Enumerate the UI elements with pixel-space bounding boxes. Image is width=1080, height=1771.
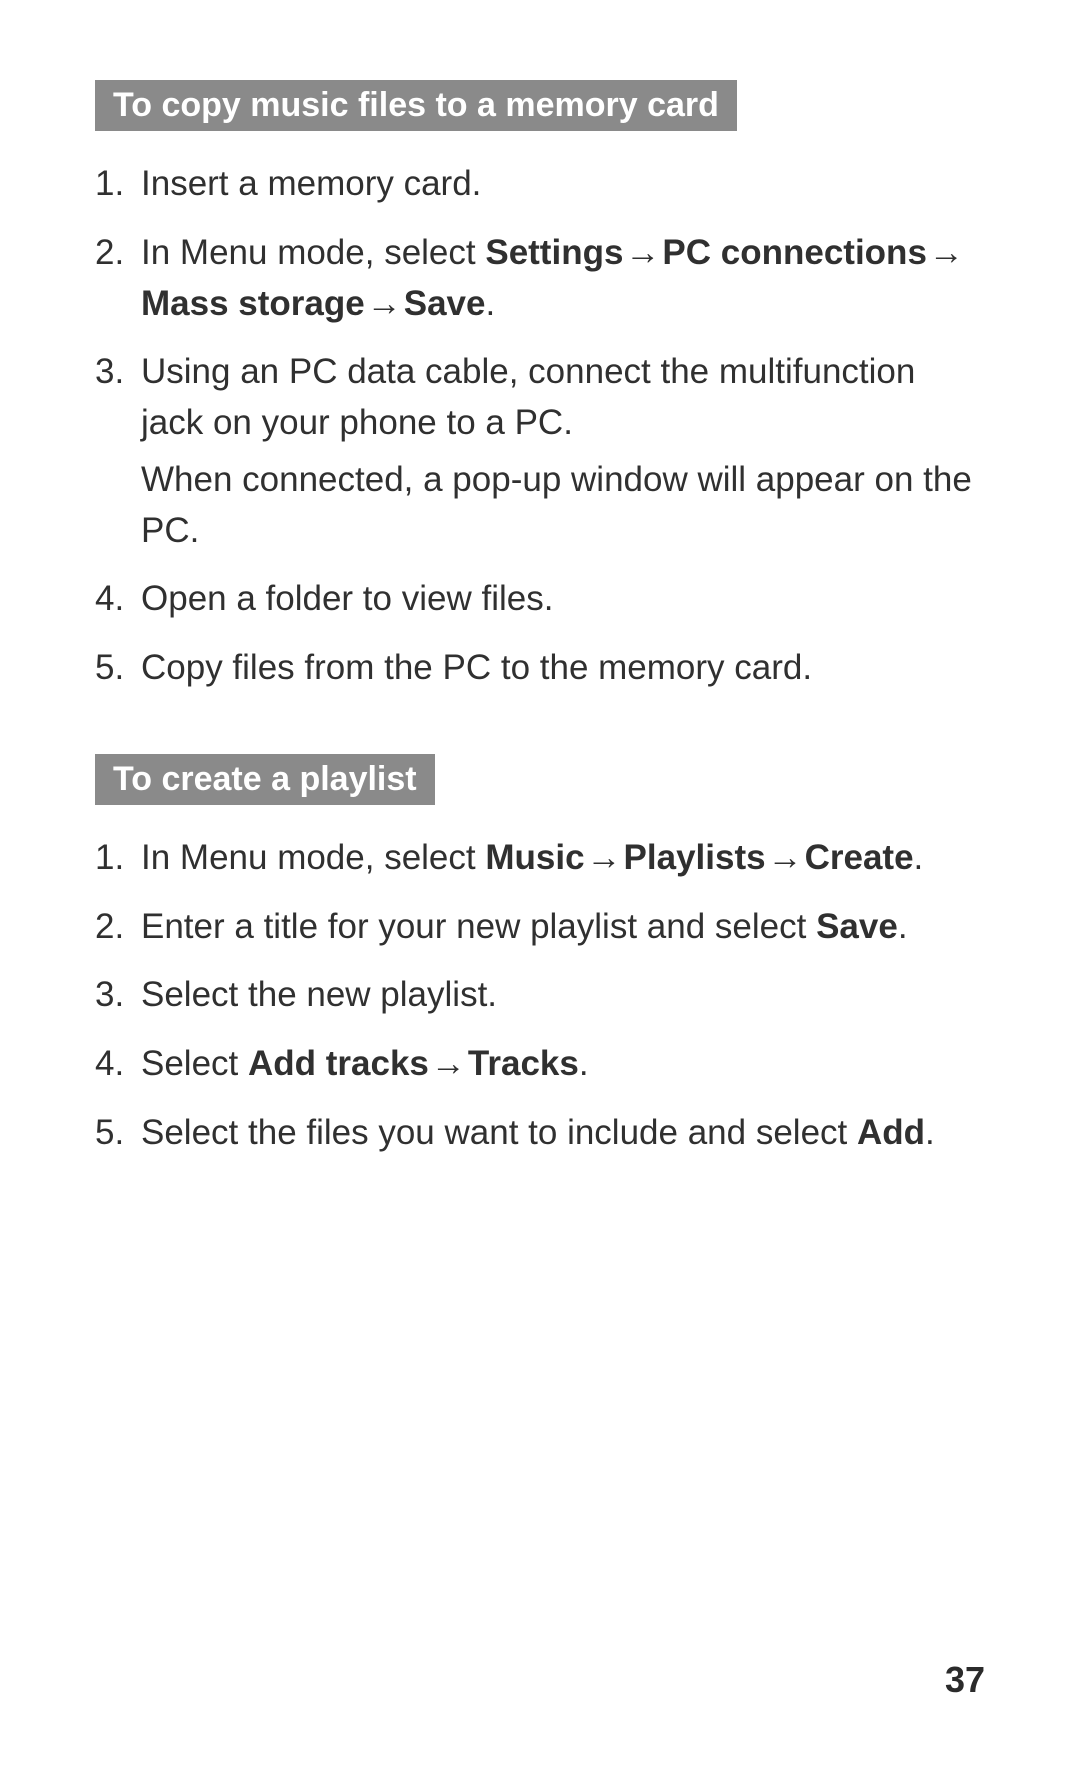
text-run: Using an PC data cable, connect the mult… — [141, 352, 915, 442]
text-run: . — [914, 838, 924, 877]
text-run: Enter a title for your new playlist and … — [141, 907, 816, 946]
bold-text: Add tracks — [248, 1044, 429, 1083]
bold-text: Create — [805, 838, 914, 877]
bold-text: Add — [857, 1113, 925, 1152]
text-run: Insert a memory card. — [141, 164, 481, 203]
steps-list: Insert a memory card. In Menu mode, sele… — [95, 159, 985, 694]
text-run: . — [898, 907, 908, 946]
bold-text: Music — [485, 838, 584, 877]
steps-list: In Menu mode, select Music → Playlists →… — [95, 833, 985, 1159]
step-item: In Menu mode, select Settings → PC conne… — [95, 228, 985, 330]
text-run: When connected, a pop-up window will app… — [141, 460, 972, 550]
step-sub-text: When connected, a pop-up window will app… — [141, 455, 985, 557]
text-run: . — [925, 1113, 935, 1152]
section-heading: To copy music files to a memory card — [95, 80, 737, 131]
text-run: In Menu mode, select — [141, 838, 485, 877]
arrow-icon: → — [766, 833, 805, 884]
step-item: Open a folder to view files. — [95, 574, 985, 625]
arrow-icon: → — [585, 833, 624, 884]
step-item: Using an PC data cable, connect the mult… — [95, 347, 985, 556]
step-item: Select the new playlist. — [95, 970, 985, 1021]
step-item: Enter a title for your new playlist and … — [95, 902, 985, 953]
arrow-icon: → — [623, 228, 662, 279]
bold-text: PC connections — [662, 233, 926, 272]
text-run: . — [485, 284, 495, 323]
text-run: Copy files from the PC to the memory car… — [141, 648, 812, 687]
section-heading: To create a playlist — [95, 754, 435, 805]
arrow-icon: → — [429, 1039, 468, 1090]
section-copy-music: To copy music files to a memory card Ins… — [95, 80, 985, 694]
step-item: Copy files from the PC to the memory car… — [95, 643, 985, 694]
step-item: Select the files you want to include and… — [95, 1108, 985, 1159]
bold-text: Settings — [485, 233, 623, 272]
manual-page: To copy music files to a memory card Ins… — [0, 0, 1080, 1771]
page-number: 37 — [945, 1659, 985, 1701]
arrow-icon: → — [927, 228, 966, 279]
arrow-icon: → — [365, 279, 404, 330]
section-create-playlist: To create a playlist In Menu mode, selec… — [95, 754, 985, 1159]
bold-text: Mass storage — [141, 284, 365, 323]
text-run: In Menu mode, select — [141, 233, 485, 272]
step-item: In Menu mode, select Music → Playlists →… — [95, 833, 985, 884]
text-run: . — [579, 1044, 589, 1083]
text-run: Select the new playlist. — [141, 975, 497, 1014]
step-item: Insert a memory card. — [95, 159, 985, 210]
bold-text: Playlists — [624, 838, 766, 877]
text-run: Select — [141, 1044, 248, 1083]
text-run: Select the files you want to include and… — [141, 1113, 857, 1152]
bold-text: Tracks — [468, 1044, 579, 1083]
text-run: Open a folder to view files. — [141, 579, 553, 618]
bold-text: Save — [404, 284, 486, 323]
step-item: Select Add tracks → Tracks. — [95, 1039, 985, 1090]
bold-text: Save — [816, 907, 898, 946]
